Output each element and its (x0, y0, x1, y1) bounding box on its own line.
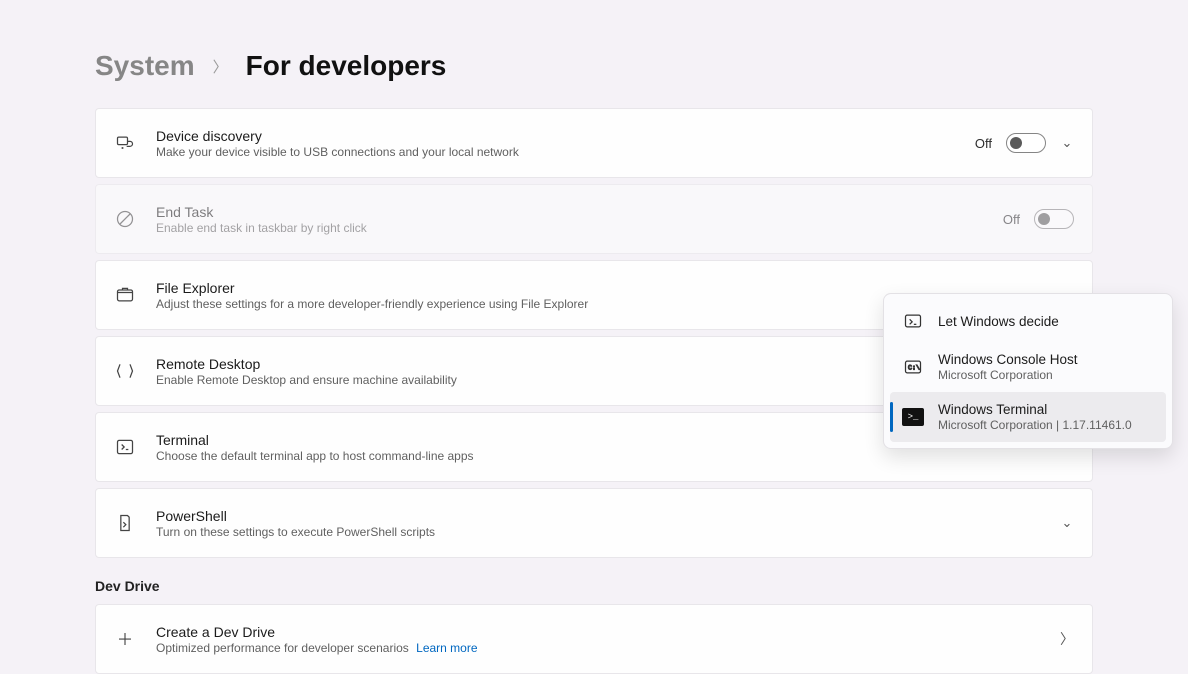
svg-text:C:\: C:\ (908, 364, 920, 372)
row-device-discovery[interactable]: Device discovery Make your device visibl… (95, 108, 1093, 178)
console-host-icon: C:\ (902, 356, 924, 378)
toggle-state-label: Off (1003, 212, 1020, 227)
learn-more-link[interactable]: Learn more (416, 641, 477, 655)
terminal-option-let-windows-decide[interactable]: Let Windows decide (890, 300, 1166, 342)
windows-terminal-icon: >_ (902, 406, 924, 428)
breadcrumb: System 〉 For developers (95, 50, 1093, 82)
terminal-option-windows-terminal[interactable]: >_ Windows Terminal Microsoft Corporatio… (890, 392, 1166, 442)
row-end-task[interactable]: End Task Enable end task in taskbar by r… (95, 184, 1093, 254)
option-title: Windows Terminal (938, 402, 1154, 417)
option-title: Windows Console Host (938, 352, 1154, 367)
terminal-picker-popup: Let Windows decide C:\ Windows Console H… (883, 293, 1173, 449)
row-title: End Task (156, 204, 983, 220)
option-title: Let Windows decide (938, 314, 1154, 329)
device-discovery-icon (114, 132, 136, 154)
row-desc: Optimized performance for developer scen… (156, 641, 1040, 655)
row-desc: Choose the default terminal app to host … (156, 449, 1054, 463)
file-explorer-icon (114, 284, 136, 306)
breadcrumb-parent[interactable]: System (95, 50, 195, 82)
row-desc: Turn on these settings to execute PowerS… (156, 525, 1040, 539)
row-title: Create a Dev Drive (156, 624, 1040, 640)
chevron-right-icon: 〉 (213, 56, 228, 77)
option-subtitle: Microsoft Corporation | 1.17.11461.0 (938, 418, 1154, 432)
toggle-state-label: Off (975, 136, 992, 151)
chevron-right-icon[interactable]: 〉 (1060, 629, 1074, 649)
console-icon (902, 310, 924, 332)
end-task-toggle[interactable] (1034, 209, 1074, 229)
row-create-dev-drive[interactable]: Create a Dev Drive Optimized performance… (95, 604, 1093, 674)
chevron-down-icon[interactable]: ⌄ (1060, 515, 1074, 531)
row-desc: Make your device visible to USB connecti… (156, 145, 955, 159)
row-desc: Enable end task in taskbar by right clic… (156, 221, 983, 235)
end-task-icon (114, 208, 136, 230)
row-powershell[interactable]: PowerShell Turn on these settings to exe… (95, 488, 1093, 558)
plus-icon (114, 628, 136, 650)
option-subtitle: Microsoft Corporation (938, 368, 1154, 382)
row-title: PowerShell (156, 508, 1040, 524)
remote-desktop-icon (114, 360, 136, 382)
device-discovery-toggle[interactable] (1006, 133, 1046, 153)
row-title: Device discovery (156, 128, 955, 144)
terminal-icon (114, 436, 136, 458)
terminal-option-console-host[interactable]: C:\ Windows Console Host Microsoft Corpo… (890, 342, 1166, 392)
chevron-down-icon[interactable]: ⌄ (1060, 135, 1074, 151)
powershell-icon (114, 512, 136, 534)
section-dev-drive-heading: Dev Drive (95, 578, 1093, 594)
breadcrumb-current: For developers (246, 50, 447, 82)
